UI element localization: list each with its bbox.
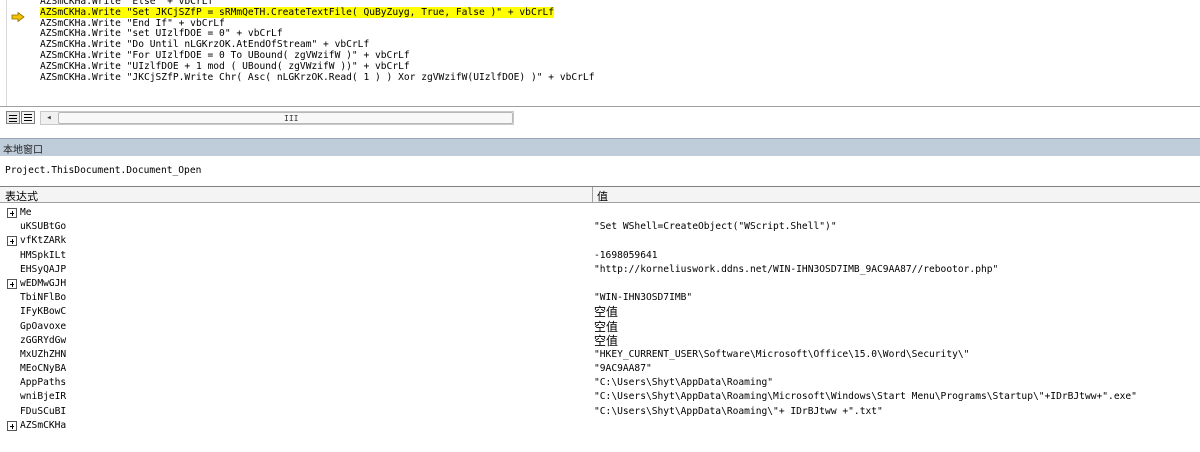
code-line-text: AZSmCKHa.Write "For UIzlfDOE = 0 To UBou… <box>40 49 410 61</box>
expand-plus-icon[interactable] <box>7 278 17 289</box>
expand-plus-icon[interactable] <box>7 420 17 431</box>
locals-window-title: 本地窗口 <box>3 145 43 156</box>
code-line-text: AZSmCKHa.Write "set UIzlfDOE = 0" + vbCr… <box>40 28 283 40</box>
expand-plus-icon[interactable] <box>7 208 17 218</box>
local-variable-value: -1698059641 <box>594 249 658 261</box>
current-procedure-label: Project.ThisDocument.Document_Open <box>5 165 202 176</box>
locals-row[interactable]: MEoCNyBA "9AC9AA87" <box>0 362 1200 376</box>
locals-row[interactable]: IFyKBowC 空值 <box>0 305 1200 319</box>
locals-row[interactable]: GpOavoxe 空值 <box>0 320 1200 334</box>
scroll-grip-icon: III <box>284 114 299 123</box>
code-line-text: AZSmCKHa.Write "Else" + vbCrLf <box>40 0 214 7</box>
code-line-text: AZSmCKHa.Write "UIzlfDOE + 1 mod ( UBoun… <box>40 60 410 72</box>
procedure-view-icon-line <box>9 121 17 122</box>
local-variable-name: FDuSCuBI <box>20 405 67 417</box>
local-variable-name: AZSmCKHa <box>20 419 67 431</box>
local-variable-name: EHSyQAJP <box>20 263 67 275</box>
local-variable-name: zGGRYdGw <box>20 334 67 346</box>
column-header-value[interactable]: 值 <box>597 188 608 204</box>
local-variable-name: AppPaths <box>20 377 67 389</box>
locals-row[interactable]: Me <box>0 206 1200 220</box>
local-variable-name: vfKtZARk <box>20 235 67 247</box>
module-view-icon-line <box>24 114 32 115</box>
locals-row[interactable]: TbiNFlBo "WIN-IHN3OSD7IMB" <box>0 291 1200 305</box>
local-variable-value: 空值 <box>594 305 619 320</box>
code-line[interactable]: AZSmCKHa.Write "JKCjSZfP.Write Chr( Asc(… <box>40 71 1200 84</box>
local-variable-value: "C:\Users\Shyt\AppData\Roaming\"+ IDrBJt… <box>594 405 883 417</box>
local-variable-name: MxUZhZHN <box>20 348 67 360</box>
local-variable-value: 空值 <box>594 319 619 334</box>
code-line-text: AZSmCKHa.Write "End If" + vbCrLf <box>40 17 225 29</box>
locals-row[interactable]: MxUZhZHN "HKEY_CURRENT_USER\Software\Micr… <box>0 348 1200 362</box>
locals-row[interactable]: uKSUBtGo "Set WShell=CreateObject("WScrip… <box>0 220 1200 234</box>
procedure-view-button[interactable] <box>6 111 20 124</box>
locals-row[interactable]: AZSmCKHa <box>0 419 1200 433</box>
horizontal-scroll-thumb[interactable]: III <box>58 112 513 124</box>
code-line-text: AZSmCKHa.Write "Do Until nLGKrzOK.AtEndO… <box>40 39 370 51</box>
locals-row[interactable]: EHSyQAJP "http://korneliuswork.ddns.net/W… <box>0 263 1200 277</box>
module-view-icon-line <box>24 120 32 121</box>
locals-row[interactable]: vfKtZARk <box>0 234 1200 248</box>
locals-row[interactable]: zGGRYdGw 空值 <box>0 334 1200 348</box>
local-variable-name: HMSpkILt <box>20 249 67 261</box>
local-variable-value: "HKEY_CURRENT_USER\Software\Microsoft\Of… <box>594 348 970 360</box>
local-variable-value: "http://korneliuswork.ddns.net/WIN-IHN3O… <box>594 263 999 275</box>
scroll-left-arrow-icon[interactable]: ◂ <box>42 111 56 125</box>
local-variable-name: wniBjeIR <box>20 391 67 403</box>
column-resize-handle[interactable] <box>592 187 593 203</box>
code-editor[interactable]: AZSmCKHa.Write "Else" + vbCrLf AZSmCKHa.W… <box>0 0 1200 106</box>
procedure-view-icon-line <box>9 118 17 119</box>
local-variable-name: GpOavoxe <box>20 320 67 332</box>
execution-pointer-arrow-icon <box>11 12 25 22</box>
locals-row[interactable]: AppPaths "C:\Users\Shyt\AppData\Roaming" <box>0 376 1200 390</box>
code-pane-footer: ◂ III <box>0 106 1200 128</box>
locals-row[interactable]: wniBjeIR "C:\Users\Shyt\AppData\Roaming\M… <box>0 390 1200 404</box>
full-module-view-button[interactable] <box>21 111 35 124</box>
local-variable-value: 空值 <box>594 333 619 348</box>
locals-context: Project.ThisDocument.Document_Open <box>0 163 1200 179</box>
procedure-view-icon-line <box>9 115 17 116</box>
local-variable-value: "C:\Users\Shyt\AppData\Roaming" <box>594 377 774 389</box>
expand-plus-icon[interactable] <box>7 236 17 247</box>
locals-row[interactable]: wEDMwGJH <box>0 277 1200 291</box>
local-variable-value: "9AC9AA87" <box>594 363 652 375</box>
column-header-expression[interactable]: 表达式 <box>5 188 38 204</box>
local-variable-name: TbiNFlBo <box>20 292 67 304</box>
local-variable-name: uKSUBtGo <box>20 221 67 233</box>
local-variable-value: "C:\Users\Shyt\AppData\Roaming\Microsoft… <box>594 391 1137 403</box>
code-line-text: AZSmCKHa.Write "JKCjSZfP.Write Chr( Asc(… <box>40 71 595 83</box>
locals-table: 表达式 值 Me uKSUBtGo "Set WShell=CreateObject… <box>0 186 1200 452</box>
locals-row[interactable]: FDuSCuBI "C:\Users\Shyt\AppData\Roaming\"… <box>0 405 1200 419</box>
local-variable-value: "Set WShell=CreateObject("WScript.Shell"… <box>594 221 837 233</box>
locals-row[interactable]: HMSpkILt -1698059641 <box>0 249 1200 263</box>
locals-rows: Me uKSUBtGo "Set WShell=CreateObject("WScr… <box>0 206 1200 433</box>
local-variable-name: Me <box>20 207 32 218</box>
local-variable-value: "WIN-IHN3OSD7IMB" <box>594 292 693 304</box>
module-view-icon-line <box>24 117 32 118</box>
code-line-text: AZSmCKHa.Write "Set JKCjSZfP = sRMmQeTH.… <box>40 6 555 18</box>
locals-column-header: 表达式 值 <box>0 187 1200 203</box>
local-variable-name: wEDMwGJH <box>20 277 67 289</box>
local-variable-name: MEoCNyBA <box>20 363 67 375</box>
code-lines: AZSmCKHa.Write "Else" + vbCrLf AZSmCKHa.W… <box>40 0 1200 83</box>
locals-window-titlebar[interactable]: 本地窗口 <box>0 138 1200 156</box>
local-variable-name: IFyKBowC <box>20 306 67 318</box>
